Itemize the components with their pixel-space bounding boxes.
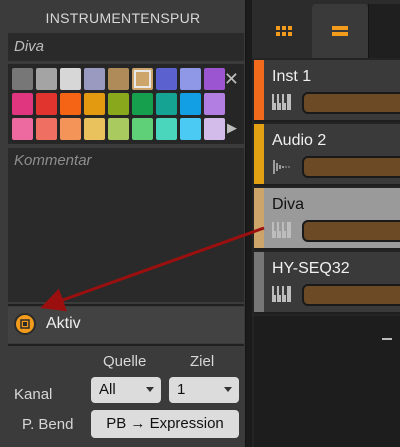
audio-wave-icon [273,160,290,174]
target-channel-dropdown[interactable]: 1 [169,377,239,403]
color-swatch[interactable] [180,93,201,115]
color-swatch[interactable] [12,93,33,115]
activate-row: Aktiv [8,307,244,343]
color-swatch[interactable] [132,118,153,140]
track-row-hy-seq32[interactable]: HY-SEQ32 [254,252,400,314]
color-swatch[interactable] [180,118,201,140]
track-list-panel: Inst 1 Audio 2 Diva HY-SEQ32 [252,0,400,447]
chevron-down-icon [146,387,154,392]
column-header-source: Quelle [103,353,147,370]
color-swatch[interactable] [60,118,81,140]
tab-spacer [368,4,400,58]
piano-icon [272,222,292,240]
color-swatch[interactable] [204,68,225,90]
track-name: HY-SEQ32 [272,260,350,277]
color-swatch[interactable] [180,68,201,90]
color-swatch[interactable] [132,68,153,90]
track-name: Diva [272,196,305,213]
color-swatch[interactable] [36,118,57,140]
chevron-down-icon [224,387,232,392]
color-swatch[interactable] [156,118,177,140]
color-swatch[interactable] [36,93,57,115]
color-swatch[interactable] [108,93,129,115]
target-channel-value: 1 [177,381,186,398]
color-swatch[interactable] [84,118,105,140]
color-swatch[interactable] [156,68,177,90]
comment-field[interactable]: Kommentar [8,148,244,302]
piano-icon [272,94,292,112]
color-swatch[interactable] [108,118,129,140]
inspector-panel: INSTRUMENTENSPUR Diva ✕ ▶ Kommentar Akti… [0,0,246,447]
color-swatch[interactable] [204,93,225,115]
divider [382,338,392,340]
color-swatch[interactable] [60,93,81,115]
color-swatch[interactable] [108,68,129,90]
track-color-strip [254,124,264,184]
inspector-title: INSTRUMENTENSPUR [45,10,201,26]
track-list-empty-area [254,316,400,447]
color-swatch[interactable] [60,68,81,90]
track-color-strip [254,188,264,248]
app-window: INSTRUMENTENSPUR Diva ✕ ▶ Kommentar Akti… [0,0,400,447]
track-name: Audio 2 [272,132,327,149]
source-channel-value: All [99,381,116,398]
divider [8,304,244,306]
divider [8,344,244,346]
track-color-strip [254,60,264,120]
track-volume-fader[interactable] [302,220,400,242]
color-palette: ✕ ▶ [8,64,244,144]
track-volume-fader[interactable] [302,284,400,306]
column-header-target: Ziel [190,353,215,370]
channel-label: Kanal [14,386,53,403]
track-color-strip [254,252,264,312]
palette-next-icon[interactable]: ▶ [227,120,237,136]
color-swatch[interactable] [132,93,153,115]
list-icon [332,26,348,36]
close-icon[interactable]: ✕ [224,70,239,88]
track-name: Inst 1 [272,68,312,85]
color-swatch[interactable] [84,93,105,115]
pitch-bend-label: P. Bend [22,416,74,433]
color-swatch[interactable] [12,68,33,90]
track-tabbar [252,0,400,58]
track-row-audio-2[interactable]: Audio 2 [254,124,400,186]
track-name-field[interactable]: Diva [8,33,244,61]
track-row-diva[interactable]: Diva [254,188,400,250]
color-swatch[interactable] [84,68,105,90]
activate-label: Aktiv [46,315,81,332]
track-volume-fader[interactable] [302,92,400,114]
chip-icon [20,319,30,329]
note-routing-section: Quelle Ziel Kanal All 1 P. Bend PB → Exp… [8,347,244,447]
grid-icon [276,26,292,36]
swatch-grid [12,68,225,140]
tab-list-view[interactable] [312,4,368,58]
activate-toggle[interactable] [14,313,36,335]
source-channel-dropdown[interactable]: All [91,377,161,403]
color-swatch[interactable] [36,68,57,90]
color-swatch[interactable] [204,118,225,140]
piano-icon [272,286,292,304]
color-swatch[interactable] [12,118,33,140]
track-row-inst-1[interactable]: Inst 1 [254,60,400,122]
pitch-bend-button[interactable]: PB → Expression [91,410,239,438]
color-swatch[interactable] [156,93,177,115]
tab-grid-view[interactable] [256,4,312,58]
track-volume-fader[interactable] [302,156,400,178]
